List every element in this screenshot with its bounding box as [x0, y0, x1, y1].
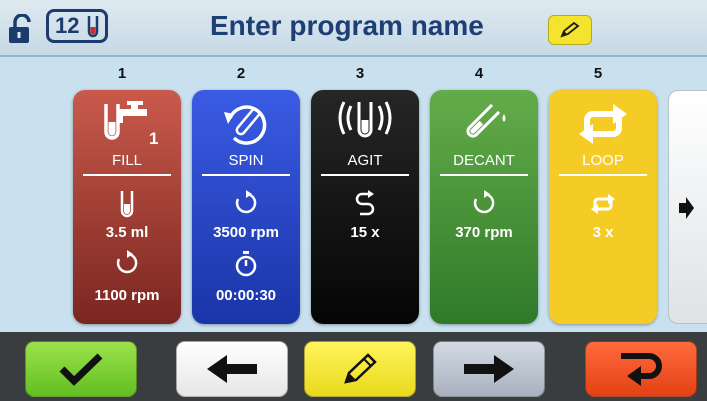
step-label: SPIN: [228, 152, 264, 169]
fill-speed: 1100 rpm: [94, 287, 160, 304]
step-card-spin[interactable]: SPIN 3500 rpm 00:00:30: [192, 90, 300, 324]
step-card-fill[interactable]: 1 FILL 3.5 ml 1100 rpm: [73, 90, 181, 324]
loop-count: 3 x: [592, 224, 614, 241]
agitate-cycle-icon: [355, 190, 375, 216]
fill-badge: 1: [149, 129, 159, 148]
arrow-right-icon: [464, 355, 514, 383]
loop-icon: [591, 194, 615, 214]
rotate-icon: [235, 190, 257, 214]
tube-icon: [87, 16, 99, 38]
edit-name-button[interactable]: [548, 15, 592, 45]
step-label: FILL: [111, 152, 142, 169]
agitate-icon: [338, 101, 392, 138]
step-card-loop[interactable]: LOOP 3 x: [549, 90, 657, 324]
step-card-decant[interactable]: DECANT 370 rpm: [430, 90, 538, 324]
timer-icon: [235, 251, 257, 277]
spin-speed: 3500 rpm: [213, 224, 279, 241]
return-arrow-icon: [621, 353, 662, 386]
divider: [559, 174, 647, 176]
rotate-icon: [473, 190, 495, 214]
divider: [321, 174, 409, 176]
step-card-agitate[interactable]: AGIT 15 x: [311, 90, 419, 324]
previous-button[interactable]: [176, 341, 288, 397]
checkmark-icon: [59, 353, 103, 386]
next-button[interactable]: [433, 341, 545, 397]
tube-count-value: 12: [55, 13, 80, 38]
header-bar: 12 Enter program name: [0, 0, 707, 57]
step-label: DECANT: [453, 152, 515, 169]
divider: [202, 174, 290, 176]
edit-button[interactable]: [304, 341, 416, 397]
pencil-icon: [344, 353, 377, 384]
fill-volume: 3.5 ml: [105, 224, 149, 241]
decant-speed: 370 rpm: [455, 224, 513, 241]
divider: [440, 174, 528, 176]
return-button[interactable]: [585, 341, 697, 397]
rotate-icon: [116, 250, 138, 274]
step-label: AGIT: [347, 152, 383, 169]
spin-duration: 00:00:30: [215, 287, 277, 304]
divider: [83, 174, 171, 176]
step-number: 1: [117, 65, 127, 82]
step-number: 4: [474, 65, 484, 82]
spin-icon: [224, 105, 267, 145]
arrow-right-icon: [679, 197, 694, 219]
page-title: Enter program name: [210, 10, 484, 41]
tube-count-badge[interactable]: 12: [46, 9, 108, 43]
step-label: LOOP: [582, 152, 624, 169]
pencil-icon: [560, 21, 580, 38]
unlock-icon[interactable]: [8, 13, 34, 44]
step-number: 5: [593, 65, 603, 82]
step-number: 2: [236, 65, 246, 82]
scroll-right-button[interactable]: [668, 90, 707, 324]
confirm-button[interactable]: [25, 341, 137, 397]
arrow-left-icon: [207, 355, 257, 383]
agitate-count: 15 x: [350, 224, 380, 241]
decant-icon: [466, 103, 506, 138]
tube-icon: [120, 191, 134, 218]
loop-icon: [579, 104, 627, 144]
step-number: 3: [355, 65, 365, 82]
program-editor-screen: 12 Enter program name 1 2 3 4 5 1 FILL 3…: [0, 0, 707, 401]
